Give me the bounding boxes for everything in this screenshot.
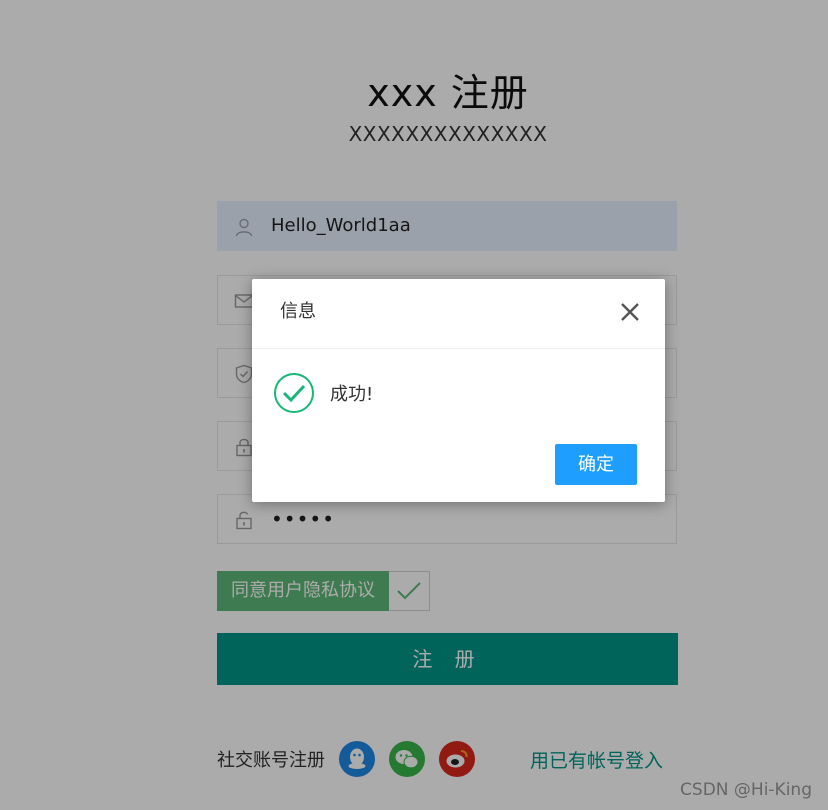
- dialog-body: 成功!: [272, 371, 373, 415]
- close-icon[interactable]: [619, 301, 641, 323]
- confirm-button[interactable]: 确定: [555, 444, 637, 485]
- success-icon: [274, 373, 314, 413]
- dialog-header: 信息: [252, 279, 665, 349]
- dialog-title: 信息: [280, 301, 316, 322]
- info-dialog: 信息 成功! 确定: [252, 279, 665, 502]
- dialog-message: 成功!: [330, 384, 374, 405]
